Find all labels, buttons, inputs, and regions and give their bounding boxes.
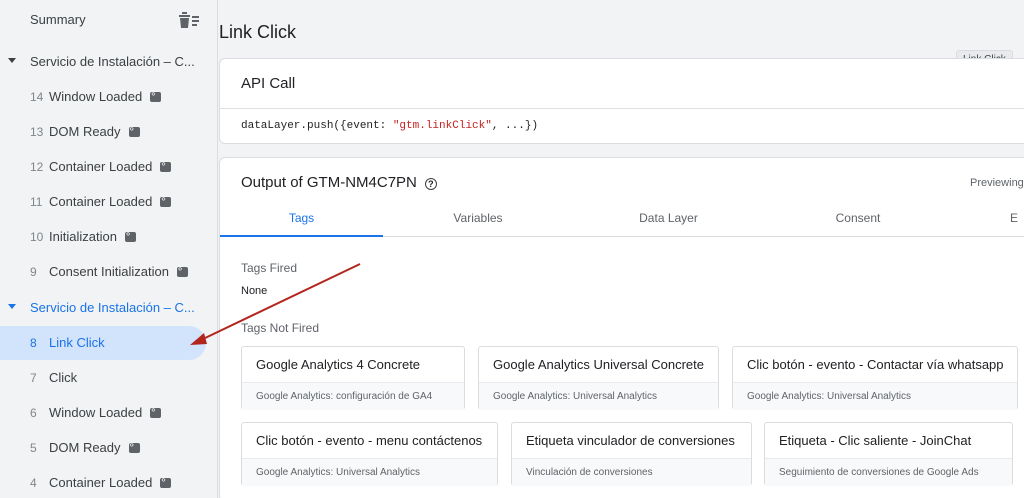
output-card: Output of GTM-NM4C7PN? Previewing Tags V… (219, 157, 1024, 498)
event-label: DOM Ready (49, 440, 121, 455)
tab-tags[interactable]: Tags (220, 202, 383, 237)
tags-fired-none: None (241, 285, 268, 297)
event-label: Consent Initialization (49, 264, 169, 279)
api-call-code: dataLayer.push({event: "gtm.linkClick", … (241, 120, 538, 132)
code-badge-icon (160, 159, 172, 172)
tag-type: Google Analytics: Universal Analytics (242, 458, 497, 486)
tag-type: Google Analytics: configuración de GA4 (242, 382, 464, 410)
tab-data-layer[interactable]: Data Layer (592, 202, 745, 237)
sidebar-event-9[interactable]: 9 Consent Initialization (0, 255, 206, 289)
event-label: Initialization (49, 229, 117, 244)
code-badge-icon (128, 124, 140, 137)
sidebar-group-2[interactable]: Servicio de Instalación – C... (0, 291, 217, 325)
event-number: 9 (30, 265, 37, 279)
tab-variables[interactable]: Variables (403, 202, 553, 237)
sidebar-group-1[interactable]: Servicio de Instalación – C... (0, 45, 217, 79)
code-badge-icon (128, 440, 140, 453)
code-badge-icon (124, 229, 136, 242)
delete-list-icon[interactable] (178, 11, 200, 29)
event-number: 5 (30, 441, 37, 455)
help-icon[interactable]: ? (424, 178, 437, 190)
event-label: Window Loaded (49, 405, 143, 420)
sidebar-event-8[interactable]: 8 Link Click (0, 326, 206, 360)
tag-type: Seguimiento de conversiones de Google Ad… (765, 458, 1012, 486)
tags-fired-heading: Tags Fired (241, 261, 298, 275)
caret-down-icon (8, 304, 16, 309)
event-number: 11 (30, 195, 43, 209)
code-badge-icon (160, 475, 172, 488)
event-number: 13 (30, 125, 44, 139)
tag-card[interactable]: Etiqueta vinculador de conversiones Vinc… (511, 422, 752, 486)
code-badge-icon (160, 194, 172, 207)
tag-name: Etiqueta - Clic saliente - JoinChat (779, 433, 972, 448)
output-title: Output of GTM-NM4C7PN (241, 174, 417, 191)
tag-card[interactable]: Google Analytics 4 Concrete Google Analy… (241, 346, 465, 410)
tag-name: Clic botón - evento - menu contáctenos (256, 433, 483, 448)
previewing-label: Previewing (970, 177, 1024, 189)
sidebar-event-12[interactable]: 12 Container Loaded (0, 150, 206, 184)
tab-e[interactable]: E (1010, 202, 1024, 237)
sidebar-event-6[interactable]: 6 Window Loaded (0, 396, 206, 430)
tag-name: Etiqueta vinculador de conversiones (526, 433, 735, 448)
tag-card[interactable]: Clic botón - evento - menu contáctenos G… (241, 422, 498, 486)
code-badge-icon (176, 264, 188, 277)
event-label: Container Loaded (49, 194, 153, 209)
event-number: 12 (30, 160, 44, 174)
sidebar-event-5[interactable]: 5 DOM Ready (0, 431, 206, 465)
code-badge-icon (150, 89, 162, 102)
group-label: Servicio de Instalación – C... (30, 54, 195, 69)
group-label: Servicio de Instalación – C... (30, 300, 195, 315)
tag-name: Google Analytics 4 Concrete (256, 357, 421, 372)
code-suffix: , ...}) (491, 120, 539, 132)
sidebar-event-4[interactable]: 4 Container Loaded (0, 466, 206, 498)
output-tabs: Tags Variables Data Layer Consent E (220, 202, 1024, 237)
tags-not-fired-heading: Tags Not Fired (241, 321, 320, 335)
tag-type: Google Analytics: Universal Analytics (733, 382, 1017, 410)
divider (220, 108, 1024, 109)
event-label: DOM Ready (49, 124, 121, 139)
sidebar-event-7[interactable]: 7 Click (0, 361, 206, 395)
event-label: Link Click (49, 335, 105, 350)
tab-consent[interactable]: Consent (783, 202, 933, 237)
event-label: Click (49, 370, 78, 385)
event-label: Container Loaded (49, 159, 153, 174)
sidebar: Summary Servicio de Instalación – C... 1… (0, 0, 218, 498)
main-panel: Link Click Link Click API Call dataLayer… (219, 0, 1024, 498)
sidebar-event-11[interactable]: 11 Container Loaded (0, 185, 206, 219)
page-title: Link Click (219, 22, 297, 42)
sidebar-event-13[interactable]: 13 DOM Ready (0, 115, 206, 149)
summary-item[interactable]: Summary (0, 0, 217, 40)
event-number: 4 (30, 476, 37, 490)
event-number: 6 (30, 406, 37, 420)
sidebar-event-14[interactable]: 14 Window Loaded (0, 80, 206, 114)
tag-card[interactable]: Clic botón - evento - Contactar vía what… (732, 346, 1018, 410)
tag-card[interactable]: Etiqueta - Clic saliente - JoinChat Segu… (764, 422, 1013, 486)
event-label: Window Loaded (49, 89, 143, 104)
tag-name: Clic botón - evento - Contactar vía what… (747, 357, 1004, 372)
caret-down-icon (8, 58, 16, 63)
tag-name: Google Analytics Universal Concrete (493, 357, 704, 372)
code-string: "gtm.linkClick" (392, 120, 492, 132)
event-number: 10 (30, 230, 44, 244)
event-number: 14 (30, 90, 44, 104)
event-number: 7 (30, 371, 37, 385)
code-badge-icon (150, 405, 162, 418)
summary-label: Summary (30, 12, 86, 27)
tag-type: Google Analytics: Universal Analytics (479, 382, 718, 410)
event-label: Container Loaded (49, 475, 153, 490)
tag-card[interactable]: Google Analytics Universal Concrete Goog… (478, 346, 719, 410)
event-number: 8 (30, 336, 37, 350)
api-call-title: API Call (241, 75, 296, 92)
sidebar-event-10[interactable]: 10 Initialization (0, 220, 206, 254)
api-call-card: API Call dataLayer.push({event: "gtm.lin… (219, 58, 1024, 144)
tag-type: Vinculación de conversiones (512, 458, 751, 486)
code-prefix: dataLayer.push({event: (241, 120, 393, 132)
